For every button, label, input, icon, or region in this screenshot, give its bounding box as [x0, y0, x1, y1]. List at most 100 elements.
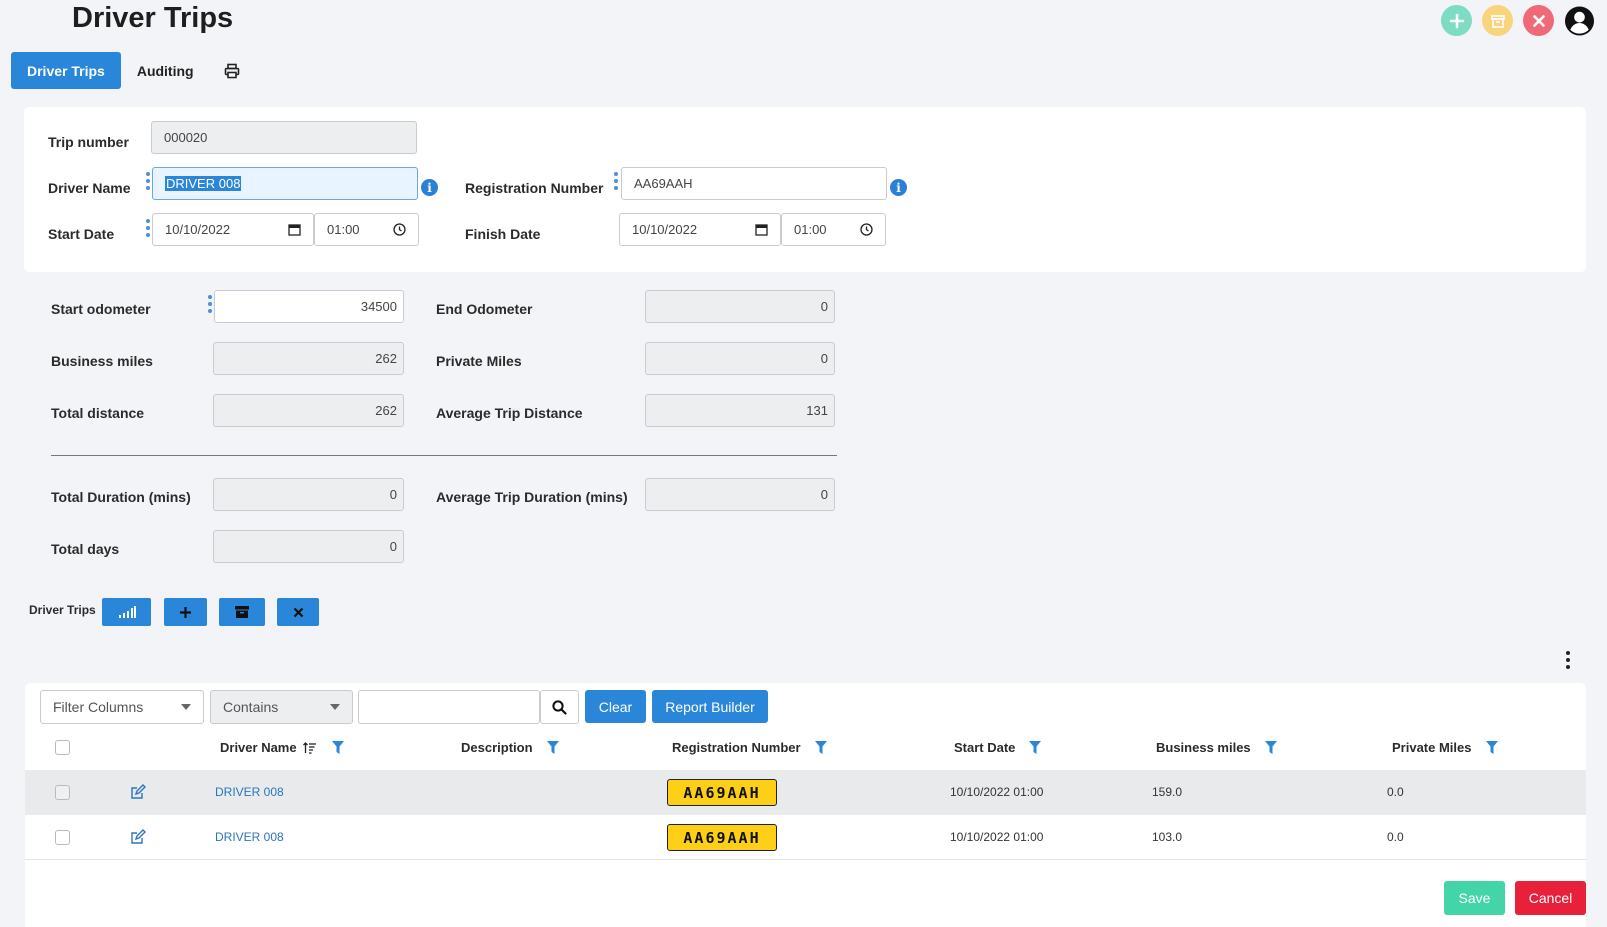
start-date-cell: 10/10/2022 01:00: [950, 830, 1044, 844]
filter-icon[interactable]: [1029, 741, 1042, 754]
registration-number-field[interactable]: AA69AAH: [621, 167, 887, 200]
drag-handle-icon[interactable]: [146, 172, 151, 190]
filter-icon[interactable]: [1264, 741, 1277, 754]
total-days-value: 0: [389, 539, 397, 554]
registration-number-value: AA69AAH: [634, 176, 693, 191]
start-time-field[interactable]: 01:00: [314, 213, 419, 246]
kebab-menu-icon[interactable]: [1565, 651, 1571, 669]
close-icon[interactable]: [277, 598, 319, 626]
business-miles-field: 262: [213, 342, 404, 375]
column-header-label: Description: [461, 740, 533, 755]
plus-icon[interactable]: [164, 598, 207, 626]
driver-name-label: Driver Name: [48, 180, 131, 196]
end-odometer-field: 0: [645, 290, 835, 323]
column-header-label: Driver Name: [220, 740, 297, 755]
column-header-driver-name[interactable]: Driver Name: [220, 740, 344, 755]
filter-icon[interactable]: [331, 741, 344, 754]
column-header-private-miles[interactable]: Private Miles: [1392, 740, 1498, 755]
cancel-button[interactable]: Cancel: [1515, 881, 1586, 915]
start-odometer-field[interactable]: 34500: [214, 290, 404, 323]
column-header-start-date[interactable]: Start Date: [954, 740, 1042, 755]
private-miles-label: Private Miles: [436, 353, 522, 369]
tab-bar: Driver Trips Auditing: [11, 52, 246, 89]
column-header-label: Business miles: [1156, 740, 1251, 755]
drag-handle-icon[interactable]: [614, 172, 619, 190]
edit-icon[interactable]: [130, 784, 146, 800]
driver-name-value: DRIVER 008: [165, 176, 242, 191]
finish-date-field[interactable]: 10/10/2022: [619, 213, 781, 246]
info-icon[interactable]: i: [890, 179, 907, 196]
average-trip-distance-value: 131: [806, 403, 828, 418]
average-trip-duration-value: 0: [820, 487, 828, 502]
column-header-label: Registration Number: [672, 740, 801, 755]
edit-icon[interactable]: [130, 829, 146, 845]
chart-bars-icon[interactable]: [102, 598, 151, 626]
calendar-icon[interactable]: [755, 223, 768, 236]
row-checkbox[interactable]: [55, 785, 70, 800]
trip-number-label: Trip number: [48, 134, 129, 150]
sort-icon[interactable]: [302, 741, 316, 754]
end-odometer-value: 0: [820, 299, 828, 314]
registration-plate: AA69AAH: [667, 779, 777, 806]
info-icon[interactable]: i: [421, 179, 438, 196]
calendar-icon[interactable]: [288, 223, 301, 236]
filter-columns-dropdown[interactable]: Filter Columns: [40, 690, 204, 724]
driver-name-cell[interactable]: DRIVER 008: [215, 785, 284, 799]
save-button[interactable]: Save: [1444, 881, 1505, 915]
table-row[interactable]: DRIVER 008 AA69AAH 10/10/2022 01:00 103.…: [25, 815, 1586, 860]
filter-icon[interactable]: [1485, 741, 1498, 754]
clock-icon[interactable]: [393, 223, 406, 236]
printer-icon[interactable]: [218, 57, 246, 85]
business-miles-cell: 103.0: [1152, 830, 1183, 844]
clock-icon[interactable]: [860, 223, 873, 236]
add-circle-icon[interactable]: [1441, 5, 1472, 36]
page-title: Driver Trips: [72, 2, 234, 34]
start-date-field[interactable]: 10/10/2022: [152, 213, 314, 246]
total-duration-field: 0: [213, 478, 404, 511]
archive-icon[interactable]: [219, 598, 265, 626]
column-header-business-miles[interactable]: Business miles: [1156, 740, 1277, 755]
start-time-value: 01:00: [327, 222, 360, 237]
total-days-label: Total days: [51, 541, 120, 557]
chevron-down-icon: [330, 704, 340, 710]
average-trip-duration-label: Average Trip Duration (mins): [436, 489, 628, 505]
total-distance-label: Total distance: [51, 405, 145, 421]
average-trip-distance-label: Average Trip Distance: [436, 405, 583, 421]
total-distance-field: 262: [213, 394, 404, 427]
archive-circle-icon[interactable]: [1482, 5, 1513, 36]
select-all-checkbox[interactable]: [55, 740, 70, 755]
private-miles-field: 0: [645, 342, 835, 375]
clear-button[interactable]: Clear: [585, 690, 646, 723]
total-distance-value: 262: [375, 403, 397, 418]
registration-number-label: Registration Number: [465, 180, 604, 196]
private-miles-cell: 0.0: [1387, 830, 1404, 844]
finish-time-field[interactable]: 01:00: [781, 213, 886, 246]
close-circle-icon[interactable]: [1523, 5, 1554, 36]
search-input[interactable]: [358, 690, 540, 724]
user-account-icon[interactable]: [1564, 5, 1595, 36]
chevron-down-icon: [181, 704, 191, 710]
tab-driver-trips[interactable]: Driver Trips: [11, 52, 121, 89]
row-checkbox[interactable]: [55, 830, 70, 845]
column-header-registration-number[interactable]: Registration Number: [672, 740, 827, 755]
driver-name-cell[interactable]: DRIVER 008: [215, 830, 284, 844]
top-toolbar: [1441, 5, 1595, 36]
column-header-description[interactable]: Description: [461, 740, 559, 755]
start-date-cell: 10/10/2022 01:00: [950, 785, 1044, 799]
finish-date-value: 10/10/2022: [632, 222, 698, 237]
table-row[interactable]: DRIVER 008 AA69AAH 10/10/2022 01:00 159.…: [25, 770, 1586, 815]
start-date-label: Start Date: [48, 226, 115, 242]
driver-name-field[interactable]: DRIVER 008: [152, 167, 418, 200]
start-date-value: 10/10/2022: [165, 222, 231, 237]
tab-auditing[interactable]: Auditing: [121, 52, 210, 89]
filter-icon[interactable]: [546, 741, 559, 754]
column-header-label: Private Miles: [1392, 740, 1472, 755]
drag-handle-icon[interactable]: [146, 219, 151, 237]
report-builder-button[interactable]: Report Builder: [652, 690, 768, 723]
drag-handle-icon[interactable]: [208, 295, 213, 313]
search-icon[interactable]: [540, 690, 579, 724]
filter-operator-dropdown[interactable]: Contains: [210, 690, 353, 724]
section-divider: [51, 455, 837, 456]
filter-icon[interactable]: [814, 741, 827, 754]
average-trip-distance-field: 131: [645, 394, 835, 427]
